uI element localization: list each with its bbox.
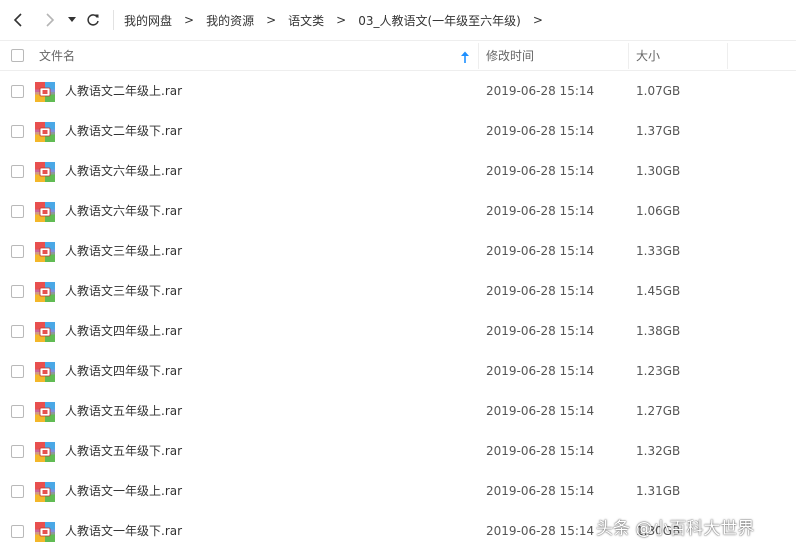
row-checkbox[interactable] xyxy=(11,205,24,218)
column-divider[interactable] xyxy=(727,43,728,69)
file-row[interactable]: 人教语文三年级上.rar 2019-06-28 15:14 1.33GB xyxy=(0,231,796,271)
row-checkbox[interactable] xyxy=(11,445,24,458)
file-modified: 2019-06-28 15:14 xyxy=(486,204,595,218)
file-modified: 2019-06-28 15:14 xyxy=(486,324,595,338)
file-size: 1.45GB xyxy=(636,284,681,298)
file-modified: 2019-06-28 15:14 xyxy=(486,524,595,538)
row-checkbox[interactable] xyxy=(11,325,24,338)
back-button[interactable] xyxy=(8,9,30,31)
breadcrumb: 我的网盘 > 我的资源 > 语文类 > 03_人教语文(一年级至六年级) > xyxy=(124,0,555,40)
file-size: 1.07GB xyxy=(636,84,681,98)
rar-archive-icon xyxy=(34,401,56,423)
file-name[interactable]: 人教语文五年级下.rar xyxy=(65,431,182,471)
file-name[interactable]: 人教语文二年级下.rar xyxy=(65,111,182,151)
rar-archive-icon xyxy=(34,81,56,103)
row-checkbox[interactable] xyxy=(11,365,24,378)
file-row[interactable]: 人教语文一年级上.rar 2019-06-28 15:14 1.31GB xyxy=(0,471,796,511)
file-name[interactable]: 人教语文三年级下.rar xyxy=(65,271,182,311)
breadcrumb-item-my-resources[interactable]: 我的资源 xyxy=(206,12,254,29)
file-size: 1.37GB xyxy=(636,124,681,138)
file-name[interactable]: 人教语文六年级下.rar xyxy=(65,191,182,231)
watermark: 头条 @小百科大世界 xyxy=(596,519,755,539)
file-name[interactable]: 人教语文四年级上.rar xyxy=(65,311,182,351)
row-checkbox[interactable] xyxy=(11,245,24,258)
rar-archive-icon xyxy=(34,361,56,383)
row-checkbox[interactable] xyxy=(11,525,24,538)
row-checkbox[interactable] xyxy=(11,125,24,138)
file-modified: 2019-06-28 15:14 xyxy=(486,284,595,298)
caret-down-icon xyxy=(68,17,76,22)
file-modified: 2019-06-28 15:14 xyxy=(486,404,595,418)
row-checkbox[interactable] xyxy=(11,285,24,298)
file-row[interactable]: 人教语文二年级上.rar 2019-06-28 15:14 1.07GB xyxy=(0,71,796,111)
file-modified: 2019-06-28 15:14 xyxy=(486,484,595,498)
rar-archive-icon xyxy=(34,481,56,503)
file-size: 1.30GB xyxy=(636,164,681,178)
file-modified: 2019-06-28 15:14 xyxy=(486,84,595,98)
file-modified: 2019-06-28 15:14 xyxy=(486,164,595,178)
file-size: 1.38GB xyxy=(636,324,681,338)
rar-archive-icon xyxy=(34,281,56,303)
file-name[interactable]: 人教语文六年级上.rar xyxy=(65,151,182,191)
forward-button[interactable] xyxy=(38,9,60,31)
breadcrumb-item-chinese[interactable]: 语文类 xyxy=(288,12,324,29)
file-name[interactable]: 人教语文四年级下.rar xyxy=(65,351,182,391)
file-name[interactable]: 人教语文三年级上.rar xyxy=(65,231,182,271)
file-row[interactable]: 人教语文六年级上.rar 2019-06-28 15:14 1.30GB xyxy=(0,151,796,191)
file-size: 1.27GB xyxy=(636,404,681,418)
column-header-name[interactable]: 文件名 xyxy=(39,41,75,71)
file-size: 1.06GB xyxy=(636,204,681,218)
column-divider[interactable] xyxy=(478,43,479,69)
file-name[interactable]: 人教语文一年级上.rar xyxy=(65,471,182,511)
history-dropdown-button[interactable] xyxy=(64,9,80,31)
rar-archive-icon xyxy=(34,321,56,343)
sort-ascending-icon[interactable] xyxy=(460,49,470,68)
breadcrumb-separator: > xyxy=(266,13,277,27)
file-size: 1.23GB xyxy=(636,364,681,378)
rar-archive-icon xyxy=(34,161,56,183)
breadcrumb-separator: > xyxy=(336,13,347,27)
file-name[interactable]: 人教语文一年级下.rar xyxy=(65,511,182,551)
refresh-icon xyxy=(87,14,99,26)
navigation-bar: 我的网盘 > 我的资源 > 语文类 > 03_人教语文(一年级至六年级) > xyxy=(0,0,796,40)
breadcrumb-item-my-netdisk[interactable]: 我的网盘 xyxy=(124,12,172,29)
file-list-header: 文件名 修改时间 大小 xyxy=(0,40,796,71)
file-row[interactable]: 人教语文三年级下.rar 2019-06-28 15:14 1.45GB xyxy=(0,271,796,311)
column-header-size[interactable]: 大小 xyxy=(636,41,660,71)
file-row[interactable]: 人教语文五年级上.rar 2019-06-28 15:14 1.27GB xyxy=(0,391,796,431)
file-modified: 2019-06-28 15:14 xyxy=(486,444,595,458)
row-checkbox[interactable] xyxy=(11,405,24,418)
select-all-checkbox[interactable] xyxy=(11,49,24,62)
file-size: 1.33GB xyxy=(636,244,681,258)
breadcrumb-separator: > xyxy=(184,13,195,27)
column-header-modified[interactable]: 修改时间 xyxy=(486,41,534,71)
file-modified: 2019-06-28 15:14 xyxy=(486,124,595,138)
row-checkbox[interactable] xyxy=(11,85,24,98)
file-modified: 2019-06-28 15:14 xyxy=(486,364,595,378)
file-modified: 2019-06-28 15:14 xyxy=(486,244,595,258)
file-name[interactable]: 人教语文二年级上.rar xyxy=(65,71,182,111)
file-row[interactable]: 人教语文四年级下.rar 2019-06-28 15:14 1.23GB xyxy=(0,351,796,391)
rar-archive-icon xyxy=(34,241,56,263)
file-size: 1.31GB xyxy=(636,484,681,498)
rar-archive-icon xyxy=(34,121,56,143)
rar-archive-icon xyxy=(34,201,56,223)
row-checkbox[interactable] xyxy=(11,485,24,498)
breadcrumb-separator[interactable]: > xyxy=(533,13,543,27)
file-row[interactable]: 人教语文六年级下.rar 2019-06-28 15:14 1.06GB xyxy=(0,191,796,231)
file-size: 1.32GB xyxy=(636,444,681,458)
rar-archive-icon xyxy=(34,441,56,463)
refresh-button[interactable] xyxy=(82,9,104,31)
file-name[interactable]: 人教语文五年级上.rar xyxy=(65,391,182,431)
file-row[interactable]: 人教语文二年级下.rar 2019-06-28 15:14 1.37GB xyxy=(0,111,796,151)
chevron-right-icon xyxy=(46,13,55,27)
row-checkbox[interactable] xyxy=(11,165,24,178)
toolbar-divider xyxy=(113,10,114,30)
breadcrumb-item-current-folder[interactable]: 03_人教语文(一年级至六年级) xyxy=(358,12,521,29)
chevron-left-icon xyxy=(13,13,22,27)
column-divider[interactable] xyxy=(628,43,629,69)
file-row[interactable]: 人教语文四年级上.rar 2019-06-28 15:14 1.38GB xyxy=(0,311,796,351)
file-row[interactable]: 人教语文五年级下.rar 2019-06-28 15:14 1.32GB xyxy=(0,431,796,471)
rar-archive-icon xyxy=(34,521,56,543)
